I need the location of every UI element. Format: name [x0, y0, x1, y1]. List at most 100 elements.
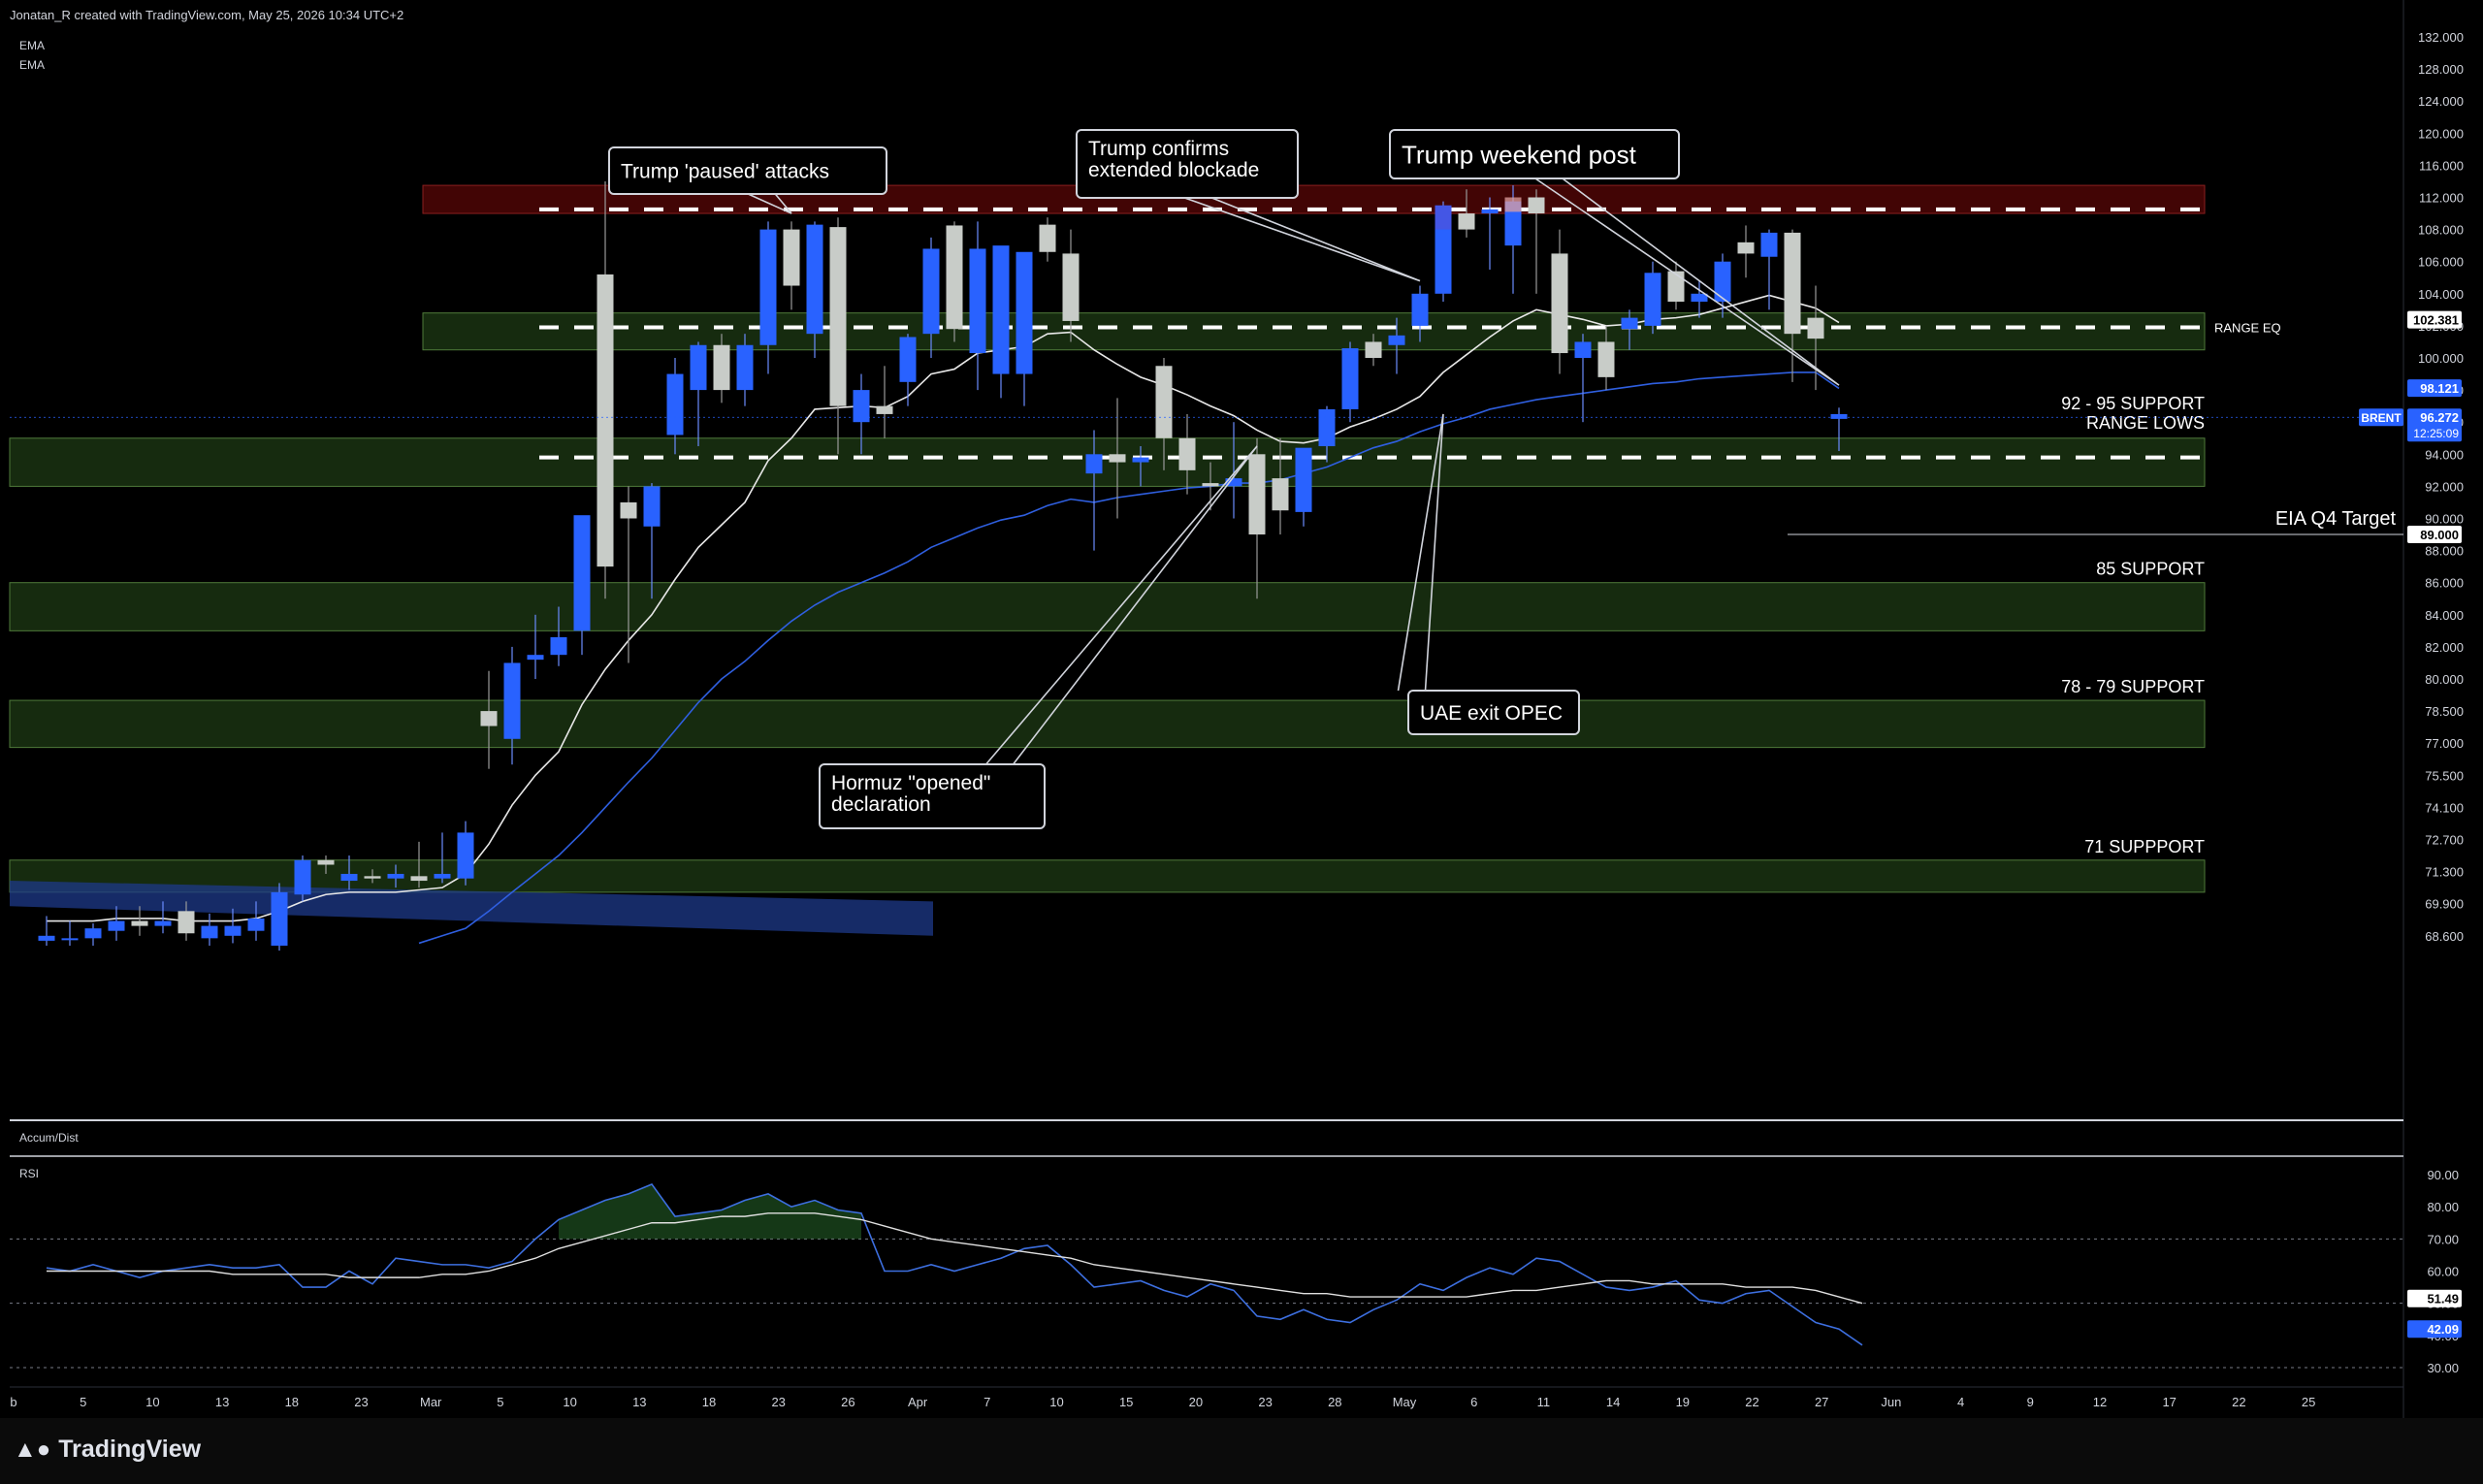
- time-tick-label: 5: [80, 1395, 86, 1409]
- candle-body: [992, 245, 1010, 374]
- time-tick-label: Apr: [908, 1395, 928, 1409]
- candle-body: [131, 920, 148, 926]
- ema-indicator-label-2[interactable]: EMA: [19, 58, 45, 72]
- candle-body: [1109, 454, 1126, 463]
- candle-body: [1388, 335, 1405, 345]
- rsi-label[interactable]: RSI: [19, 1167, 39, 1180]
- candle-highlight-pink: [1504, 197, 1522, 212]
- rsi-tick-label: 30.00: [2427, 1361, 2459, 1375]
- candle-body: [1272, 478, 1289, 511]
- candle-body: [177, 911, 195, 934]
- price-tick-label: 78.500: [2425, 704, 2464, 719]
- candle-body: [643, 486, 661, 527]
- price-tick-label: 69.900: [2425, 897, 2464, 912]
- price-label-1: 98.121: [2420, 381, 2459, 396]
- last-price-label: 96.272: [2420, 410, 2459, 425]
- time-tick-label: 19: [1676, 1395, 1690, 1409]
- candle-body: [759, 229, 777, 345]
- zone-support-1: [422, 312, 2206, 351]
- price-tick-label: 100.000: [2418, 351, 2464, 366]
- candle-body: [1714, 261, 1731, 303]
- candle-body: [1132, 457, 1149, 463]
- time-tick-label: Mar: [420, 1395, 442, 1409]
- annotation-text-2: Trump weekend post: [1402, 140, 1637, 169]
- time-tick-label: 10: [145, 1395, 159, 1409]
- candle-body: [1458, 213, 1475, 230]
- time-tick-label: 28: [1328, 1395, 1341, 1409]
- time-tick-label: 25: [2302, 1395, 2315, 1409]
- candle-body: [1202, 483, 1219, 487]
- price-tick-label: 77.000: [2425, 736, 2464, 751]
- candle-body: [480, 711, 498, 726]
- annotation-text-4: Hormuz "opened": [831, 772, 990, 794]
- annotation-text-1: Trump confirms: [1088, 138, 1229, 160]
- candle-body: [247, 918, 265, 931]
- candle-body: [1807, 317, 1824, 339]
- time-tick-label: 27: [1815, 1395, 1828, 1409]
- time-tick-label: 26: [841, 1395, 855, 1409]
- price-tick-label: 82.000: [2425, 640, 2464, 655]
- candle-body: [736, 344, 754, 391]
- candle-body: [1574, 341, 1592, 358]
- time-tick-label: 23: [354, 1395, 368, 1409]
- ema-indicator-label-1[interactable]: EMA: [19, 39, 45, 52]
- eia-target-label: EIA Q4 Target: [2275, 508, 2397, 530]
- zone-label-3: 85 SUPPORT: [2096, 560, 2205, 579]
- candle-body: [1667, 271, 1685, 303]
- rsi-tick-label: 80.00: [2427, 1200, 2459, 1214]
- rsi-ma-label: 42.09: [2427, 1322, 2459, 1337]
- price-label-2: 89.000: [2420, 528, 2459, 542]
- tradingview-brand[interactable]: ▲● TradingView: [14, 1436, 201, 1464]
- price-tick-label: 124.000: [2418, 94, 2464, 109]
- candle-body: [1248, 454, 1266, 535]
- price-tick-label: 116.000: [2419, 158, 2464, 173]
- tradingview-logo-icon: ▲●: [14, 1436, 51, 1463]
- candle-body: [690, 344, 707, 391]
- candle-body: [573, 515, 591, 631]
- price-tick-label: 108.000: [2418, 223, 2464, 238]
- time-tick-label: 23: [1258, 1395, 1272, 1409]
- candle-body: [1341, 348, 1359, 409]
- candle-body: [364, 876, 381, 879]
- candle-body: [1528, 197, 1545, 214]
- annotation-text-1: extended blockade: [1088, 159, 1259, 181]
- zone-support-3: [9, 582, 2206, 631]
- candle-body: [946, 225, 963, 330]
- rsi-tick-label: 90.00: [2427, 1168, 2459, 1182]
- candle-body: [387, 873, 404, 879]
- price-tick-label: 75.500: [2425, 768, 2464, 783]
- candle-body: [922, 248, 940, 335]
- time-tick-label: 14: [1606, 1395, 1620, 1409]
- candle-body: [1016, 251, 1033, 374]
- price-chart[interactable]: EIA Q4 Target RANGE EQ 92 - 95 SUPPORTRANG…: [0, 0, 2483, 1484]
- price-tick-label: 92.000: [2425, 479, 2464, 494]
- time-tick-label: 18: [285, 1395, 299, 1409]
- time-tick-label: 5: [497, 1395, 503, 1409]
- annotation-text-0: Trump 'paused' attacks: [621, 161, 829, 183]
- price-tick-label: 80.000: [2425, 672, 2464, 687]
- time-tick-label: May: [1393, 1395, 1417, 1409]
- candle-body: [597, 274, 614, 567]
- price-tick-label: 112.000: [2419, 191, 2464, 206]
- countdown-label: 12:25:09: [2413, 427, 2459, 440]
- candle-body: [271, 891, 288, 946]
- rsi-tick-label: 60.00: [2427, 1265, 2459, 1279]
- candle-body: [1318, 408, 1336, 447]
- candle-body: [154, 920, 172, 926]
- candle-body: [876, 405, 893, 414]
- candle-body: [899, 337, 917, 382]
- accum-dist-label[interactable]: Accum/Dist: [19, 1131, 79, 1145]
- candle-body: [434, 873, 451, 879]
- time-tick-label: 10: [1049, 1395, 1063, 1409]
- time-tick-label: 6: [1470, 1395, 1477, 1409]
- zone-support-5: [9, 859, 2206, 893]
- time-tick-label: 9: [2027, 1395, 2034, 1409]
- candle-body: [1481, 209, 1499, 214]
- candle-body: [1784, 232, 1801, 335]
- zone-support-2: [9, 437, 2206, 487]
- price-tick-label: 128.000: [2418, 62, 2464, 77]
- candle-body: [1411, 293, 1429, 326]
- candle-body: [317, 859, 335, 865]
- candle-body: [1760, 232, 1778, 257]
- candle-body: [340, 873, 358, 882]
